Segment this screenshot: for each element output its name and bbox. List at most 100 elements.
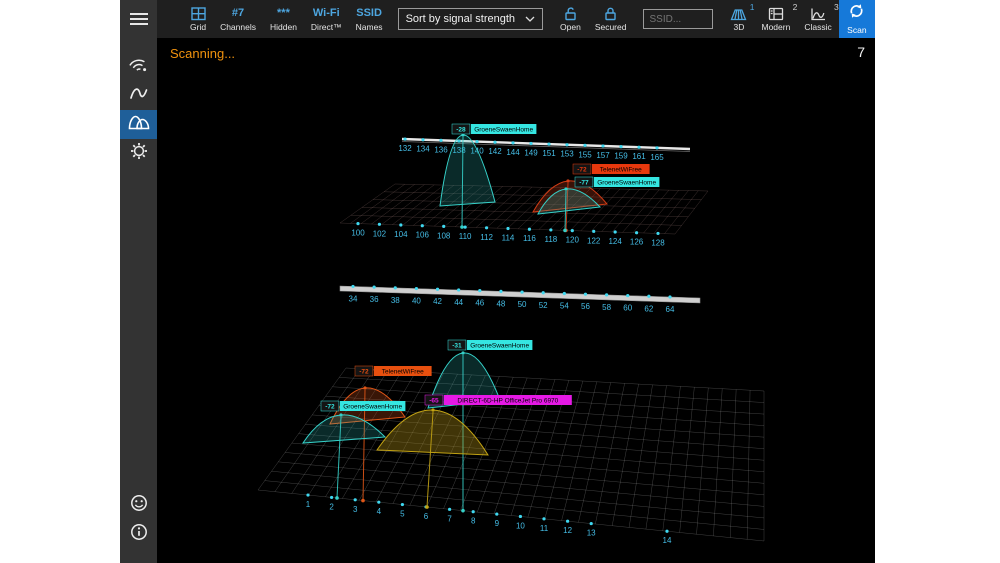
toggle-ssid-names[interactable]: SSID Names	[349, 0, 390, 38]
channel-dot	[565, 143, 569, 147]
info-icon	[130, 523, 148, 546]
view-modern-label: Modern	[761, 22, 791, 32]
dome-peak-dot	[564, 187, 568, 191]
channel-tick-label: 60	[623, 304, 632, 313]
scanning-status: Scanning...	[170, 46, 236, 61]
channel-tick-label: 44	[454, 298, 463, 307]
channel-tick-label: 40	[412, 297, 421, 306]
channel-tick-label: 112	[480, 233, 493, 242]
domes-icon	[128, 114, 150, 135]
network-label[interactable]: -77 GroeneSwaenHome	[574, 176, 660, 188]
channel-tick-label: 42	[433, 297, 442, 306]
view-classic-shortcut-badge: 3	[833, 2, 839, 12]
channel-dot	[471, 510, 475, 514]
channel-tick-label: 149	[524, 148, 538, 157]
hamburger-menu-button[interactable]	[120, 0, 157, 38]
toggle-hidden[interactable]: *** Hidden	[263, 0, 304, 38]
channel-dot	[495, 512, 499, 516]
toggle-grid[interactable]: Grid	[183, 0, 213, 38]
channel-dot	[613, 230, 617, 234]
view-modern[interactable]: 2 Modern	[754, 0, 797, 38]
channel-dot	[665, 529, 669, 533]
channel-tick-label: 46	[475, 299, 484, 308]
network-label[interactable]: -72 TelenetWiFree	[572, 163, 650, 175]
sidebar-item-settings[interactable]	[120, 139, 157, 168]
sidebar-item-about[interactable]	[120, 520, 157, 549]
smiley-icon	[130, 494, 148, 517]
channels-count-icon: #7	[231, 7, 245, 19]
channel-dot	[306, 493, 310, 497]
channel-tick-label: 153	[560, 150, 574, 159]
channel-dot	[439, 138, 443, 142]
channel-tick-label: 157	[596, 151, 610, 160]
channel-stem-dot	[563, 228, 567, 233]
content-area: 1321341361381401421441491511531551571591…	[157, 38, 875, 563]
channel-dot	[475, 140, 479, 144]
network-signal-value: -72	[577, 167, 587, 174]
channel-tick-label: 100	[351, 229, 365, 238]
network-label[interactable]: -72 TelenetWiFree	[354, 365, 432, 377]
channel-dot	[463, 225, 467, 229]
channel-tick-label: 6	[424, 512, 429, 521]
channel-tick-label: 38	[391, 296, 400, 305]
network-label[interactable]: -28 GroeneSwaenHome	[451, 123, 537, 135]
wifi-icon	[128, 55, 149, 78]
channel-dot	[583, 292, 588, 296]
channel-dot	[619, 144, 623, 149]
channel-axis: 100 102 104 106 108 110 112 114 116 118 120 122 124 1…	[351, 221, 665, 247]
channel-dot	[448, 507, 452, 511]
filter-secured[interactable]: Secured	[588, 0, 634, 38]
perspective-grid	[339, 183, 709, 235]
filter-open[interactable]: Open	[553, 0, 588, 38]
channel-tick-label: 102	[373, 229, 387, 238]
channel-dot	[626, 293, 630, 298]
dome-peak-dot	[339, 413, 343, 417]
sidebar-item-analyzer[interactable]	[120, 81, 157, 110]
sort-dropdown-value: Sort by signal strength	[405, 13, 516, 25]
channel-dot	[547, 142, 551, 146]
channel-tick-label: 114	[502, 234, 515, 243]
channel-dot	[356, 221, 360, 226]
channel-dot	[589, 521, 593, 526]
scan-button[interactable]: Scan	[838, 0, 875, 38]
toggle-channels[interactable]: #7 Channels	[213, 0, 263, 38]
app-window: Grid #7 Channels *** Hidden Wi-Fi Direct…	[120, 0, 875, 563]
view-3d[interactable]: 1 3D	[723, 0, 754, 38]
channel-dot	[656, 231, 660, 236]
signal-dome[interactable]	[439, 134, 496, 207]
channel-dot	[668, 295, 672, 299]
channel-tick-label: 118	[544, 235, 557, 244]
channel-dot	[549, 228, 553, 232]
dome-peak-dot	[363, 386, 367, 390]
channel-tick-label: 8	[471, 517, 476, 526]
sidebar	[120, 0, 157, 563]
channel-dot	[377, 500, 381, 504]
wifi-direct-icon-text: Wi-Fi	[312, 7, 340, 19]
channel-dot	[562, 291, 566, 296]
network-ssid: TelenetWiFree	[600, 167, 642, 174]
sidebar-item-networks[interactable]	[120, 52, 157, 81]
network-label[interactable]: -72 GroeneSwaenHome	[320, 400, 406, 412]
channel-tick-label: 2	[329, 502, 334, 511]
sidebar-item-3d-analyzer[interactable]	[120, 110, 157, 139]
channel-tick-label: 12	[563, 526, 572, 535]
channel-tick-label: 134	[416, 145, 430, 154]
view-classic-icon	[810, 6, 826, 21]
view-classic[interactable]: 3 Classic	[797, 0, 838, 38]
sidebar-item-feedback[interactable]	[120, 491, 157, 520]
channel-tick-label: 34	[349, 294, 358, 303]
channel-tick-label: 5	[400, 510, 405, 519]
ssid-filter-input[interactable]	[643, 9, 714, 29]
network-label[interactable]: -65 DIRECT-6D-HP OfficeJet Pro 6970	[424, 394, 572, 406]
toggle-wifi-direct[interactable]: Wi-Fi Direct™	[304, 0, 349, 38]
channel-dot	[529, 141, 533, 146]
toggle-channels-label: Channels	[220, 22, 256, 32]
channel-tick-label: 1	[306, 500, 311, 509]
sort-dropdown[interactable]: Sort by signal strength	[397, 8, 544, 30]
dome-peak-dot	[431, 408, 435, 412]
channel-axis: 1 2 3 4 5 6 7 8 9 10 11 12 1314	[306, 493, 672, 545]
channel-stem-dot	[461, 508, 465, 513]
channel-dot	[511, 141, 515, 145]
network-label[interactable]: -31 GroeneSwaenHome	[447, 339, 533, 351]
spectrum-3d-chart[interactable]: 1321341361381401421441491511531551571591…	[157, 38, 875, 563]
